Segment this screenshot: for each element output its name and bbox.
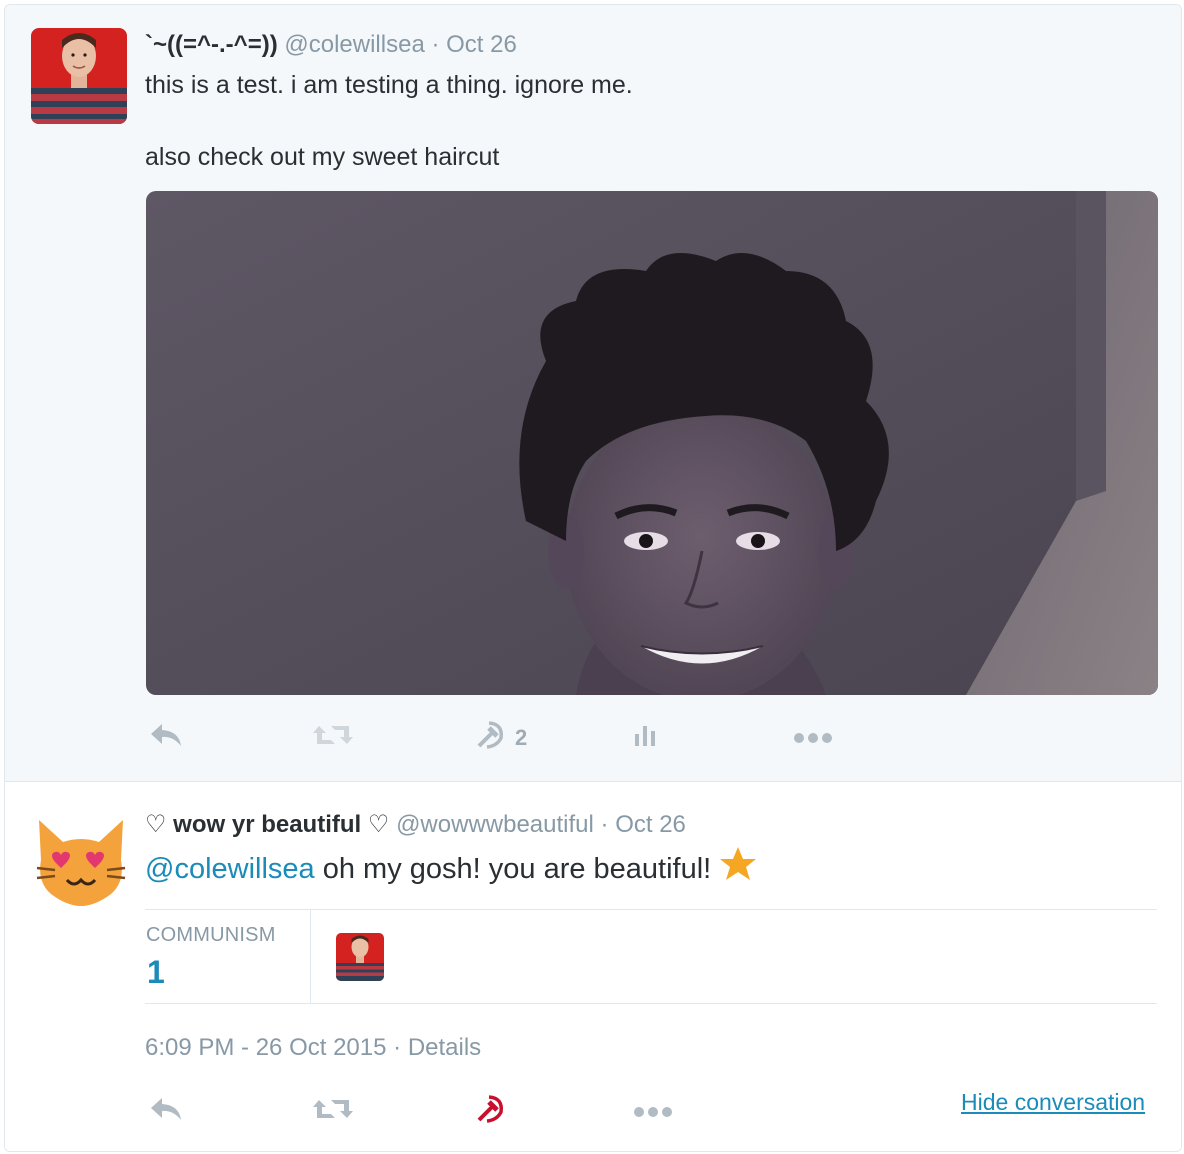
more-button[interactable] — [793, 715, 833, 761]
hammer-sickle-icon — [475, 720, 507, 756]
tweet-text-body: oh my gosh! you are beautiful! — [314, 853, 712, 885]
avatar[interactable] — [33, 812, 129, 908]
stat-value[interactable]: 1 — [147, 954, 165, 991]
like-button[interactable] — [475, 1089, 507, 1135]
more-icon — [633, 1099, 673, 1125]
likes-stat[interactable]: COMMUNISM 1 — [145, 910, 311, 1003]
retweet-icon — [313, 1096, 353, 1128]
star-icon — [719, 846, 757, 893]
conversation-card: `~((=^-.-^=)) @colewillsea · Oct 26 this… — [4, 4, 1182, 1152]
liker-avatar[interactable] — [336, 933, 384, 981]
tweet-text-line: also check out my sweet haircut — [145, 143, 500, 171]
tweet-time[interactable]: Oct 26 — [446, 31, 517, 58]
separator: · — [393, 1034, 402, 1061]
tweet-actions: 2 — [145, 715, 845, 761]
mention-link[interactable]: @colewillsea — [145, 853, 315, 885]
reply-tweet[interactable]: ♡ wow yr beautiful ♡ @wowwwbeautiful · O… — [5, 782, 1181, 1151]
tweet-photo[interactable] — [146, 191, 1158, 695]
tweet-time[interactable]: Oct 26 — [615, 811, 686, 838]
like-count: 2 — [515, 725, 528, 750]
tweet-header: ♡ wow yr beautiful ♡ @wowwwbeautiful · O… — [145, 810, 686, 839]
fullname[interactable]: `~((=^-.-^=)) — [145, 31, 278, 58]
hammer-sickle-icon — [475, 1094, 507, 1130]
separator: · — [600, 811, 609, 838]
reply-button[interactable] — [149, 1089, 183, 1135]
stat-label: COMMUNISM — [146, 924, 276, 946]
tweet-timestamp: 6:09 PM - 26 Oct 2015 — [145, 1034, 387, 1061]
analytics-button[interactable] — [633, 715, 659, 761]
details-link[interactable]: Details — [408, 1034, 481, 1061]
tweet-text: @colewillsea oh my gosh! you are beautif… — [145, 846, 757, 893]
fullname[interactable]: ♡ wow yr beautiful ♡ — [145, 811, 389, 838]
tweet-actions — [145, 1089, 705, 1135]
retweet-icon — [313, 722, 353, 754]
separator: · — [431, 31, 440, 58]
screen-name[interactable]: @wowwwbeautiful — [396, 811, 594, 838]
reply-button[interactable] — [149, 715, 183, 761]
retweet-button[interactable] — [313, 715, 353, 761]
tweet-meta: 6:09 PM - 26 Oct 2015 · Details — [145, 1034, 481, 1062]
analytics-icon — [633, 722, 659, 754]
more-icon — [793, 725, 833, 751]
like-button[interactable]: 2 — [475, 715, 527, 761]
screen-name[interactable]: @colewillsea — [284, 31, 424, 58]
more-button[interactable] — [633, 1089, 673, 1135]
reply-icon — [149, 722, 183, 754]
hide-conversation-link[interactable]: Hide conversation — [961, 1089, 1145, 1116]
parent-tweet[interactable]: `~((=^-.-^=)) @colewillsea · Oct 26 this… — [5, 5, 1181, 782]
tweet-text-line: this is a test. i am testing a thing. ig… — [145, 71, 633, 99]
avatar[interactable] — [31, 28, 127, 124]
retweet-button[interactable] — [313, 1089, 353, 1135]
tweet-header: `~((=^-.-^=)) @colewillsea · Oct 26 — [145, 31, 517, 59]
tweet-text: this is a test. i am testing a thing. ig… — [145, 67, 1145, 211]
tweet-stats: COMMUNISM 1 — [145, 909, 1157, 1004]
reply-icon — [149, 1096, 183, 1128]
